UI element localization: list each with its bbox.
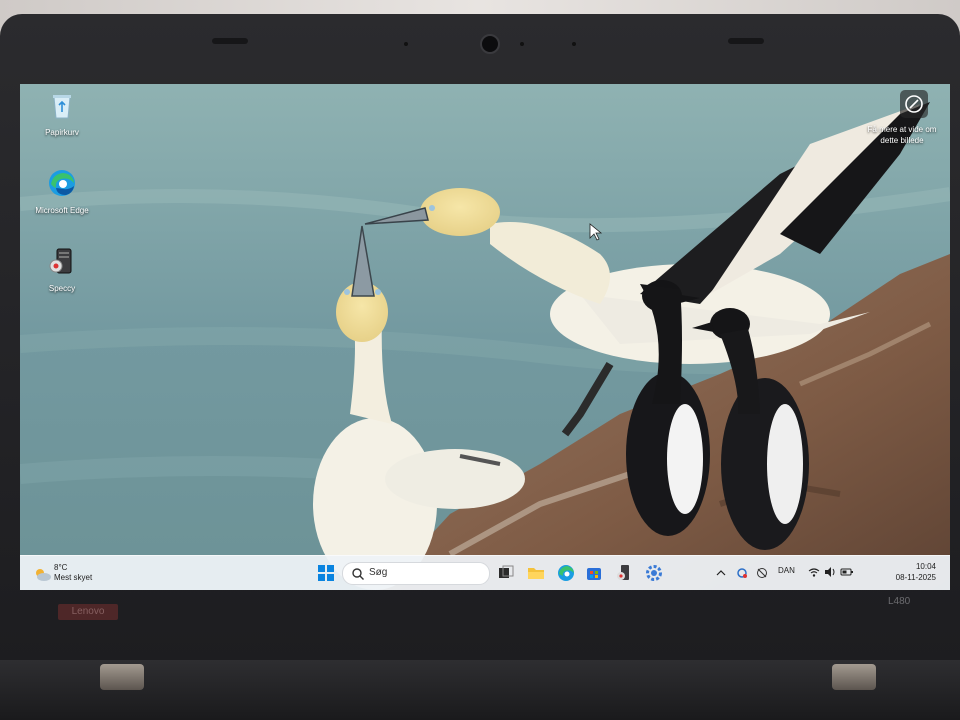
taskbar-search[interactable]: Søg — [342, 562, 490, 585]
desktop-icon-label: Papirkurv — [45, 128, 79, 137]
desktop-icon-recycle-bin[interactable]: Papirkurv — [24, 90, 100, 137]
spotlight-button[interactable] — [900, 90, 928, 118]
screen: Papirkurv Microsoft Edge Speccy Få mere … — [20, 84, 950, 590]
sensor-dot — [572, 42, 576, 46]
recycle-bin-icon — [53, 95, 71, 119]
cloudy-icon — [36, 569, 51, 581]
brand-logo: Lenovo — [58, 604, 118, 620]
spotlight-label[interactable]: Få mere at vide om dette billede — [860, 124, 944, 146]
task-view-icon[interactable] — [496, 563, 516, 583]
chevron-up-icon[interactable] — [716, 568, 726, 578]
taskbar: 8°C Mest skyet Søg DAN 10:04 08-11-2025 — [20, 555, 950, 590]
edge-icon — [49, 170, 75, 196]
speccy-icon — [49, 248, 72, 274]
sensor-dot — [404, 42, 408, 46]
hinge — [832, 664, 876, 690]
start-icon[interactable] — [316, 563, 336, 583]
bezel-vent — [212, 38, 248, 44]
battery-icon[interactable] — [840, 566, 854, 578]
webcam — [480, 34, 500, 54]
clock-date: 08-11-2025 — [895, 573, 936, 582]
clock-time: 10:04 — [915, 562, 936, 571]
bezel-vent — [728, 38, 764, 44]
settings-icon[interactable] — [644, 563, 664, 583]
sensor-dot — [520, 42, 524, 46]
file-explorer-icon[interactable] — [526, 563, 546, 583]
network-off-icon[interactable] — [756, 567, 768, 579]
search-placeholder: Søg — [369, 567, 388, 578]
hinge — [100, 664, 144, 690]
wifi-icon[interactable] — [808, 566, 820, 578]
search-icon — [352, 568, 364, 580]
language-indicator[interactable]: DAN — [778, 566, 795, 575]
wallpaper — [20, 84, 950, 590]
laptop-base — [0, 660, 960, 720]
sync-icon[interactable] — [736, 567, 748, 579]
system-clock[interactable]: 10:04 08-11-2025 — [896, 561, 936, 583]
speccy-icon[interactable] — [614, 563, 634, 583]
desktop-icon-label: Microsoft Edge — [35, 206, 89, 215]
volume-icon[interactable] — [824, 566, 836, 578]
edge-icon[interactable] — [556, 563, 576, 583]
desktop-icon-edge[interactable]: Microsoft Edge — [24, 168, 100, 215]
desktop-icon-speccy[interactable]: Speccy — [24, 246, 100, 293]
weather-condition: Mest skyet — [54, 573, 93, 582]
desktop-icon-label: Speccy — [48, 284, 76, 293]
camera-lens-icon — [905, 95, 923, 113]
model-label: L480 — [888, 596, 911, 607]
weather-temperature: 8°C — [54, 563, 68, 572]
store-icon[interactable] — [584, 563, 604, 583]
